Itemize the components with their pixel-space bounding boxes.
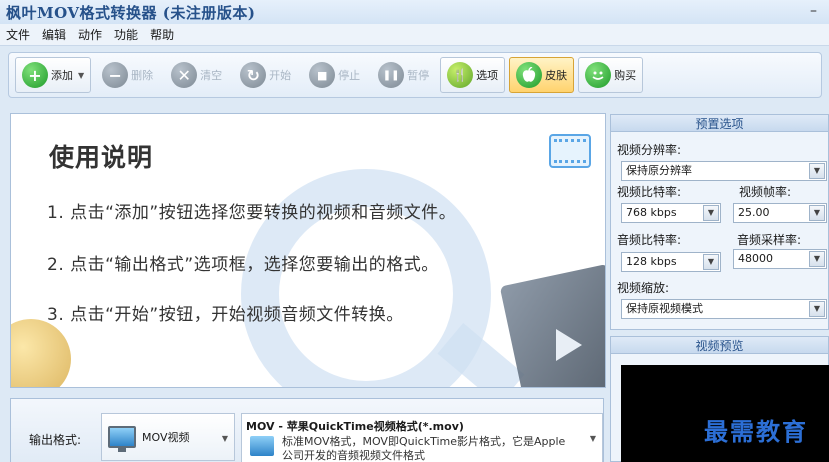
video-bitrate-value: 768 kbps — [626, 206, 677, 219]
menu-file[interactable]: 文件 — [4, 25, 32, 44]
format-icon — [250, 436, 274, 456]
buy-label: 购买 — [614, 69, 637, 82]
instructions-title: 使用说明 — [49, 143, 154, 172]
preview-header: 视频预览 — [611, 337, 828, 354]
add-button[interactable]: + 添加 ▼ — [15, 57, 92, 93]
menu-action[interactable]: 动作 — [76, 25, 104, 44]
resolution-label: 视频分辨率: — [617, 143, 682, 157]
video-bitrate-label: 视频比特率: — [617, 185, 682, 199]
clear-label: 清空 — [200, 69, 223, 82]
clear-button[interactable]: ✕ 清空 — [164, 57, 229, 93]
apple-icon — [516, 62, 543, 88]
chevron-down-icon[interactable]: ▼ — [222, 434, 228, 443]
chevron-down-icon[interactable]: ▼ — [809, 251, 825, 267]
options-label: 选项 — [476, 69, 499, 82]
options-button[interactable]: 🍴 选项 — [440, 57, 506, 93]
output-format-label: 输出格式: — [29, 433, 82, 447]
minus-icon: − — [102, 62, 129, 88]
frame-rate-label: 视频帧率: — [739, 185, 792, 199]
format-description-select[interactable]: MOV - 苹果QuickTime视频格式(*.mov) 标准MOV格式，MOV… — [241, 413, 603, 462]
menu-help[interactable]: 帮助 — [148, 25, 176, 44]
sample-rate-label: 音频采样率: — [737, 233, 802, 247]
film-icon — [549, 134, 591, 168]
delete-button[interactable]: − 删除 — [95, 57, 160, 93]
buy-button[interactable]: 购买 — [578, 57, 644, 93]
instructions-panel: 使用说明 1. 点击“添加”按钮选择您要转换的视频和音频文件。 2. 点击“输出… — [10, 113, 606, 388]
buy-icon — [585, 62, 612, 88]
chevron-down-icon[interactable]: ▼ — [703, 254, 719, 270]
instruction-step-1: 1. 点击“添加”按钮选择您要转换的视频和音频文件。 — [47, 203, 457, 223]
pause-button[interactable]: ❚❚ 暂停 — [371, 57, 436, 93]
pause-icon: ❚❚ — [378, 62, 405, 88]
stop-icon: ■ — [309, 62, 336, 88]
frame-rate-select[interactable]: 25.00 ▼ — [733, 203, 827, 223]
minimize-button[interactable]: – — [810, 3, 817, 19]
sample-rate-select[interactable]: 48000 ▼ — [733, 249, 827, 269]
resolution-value: 保持原分辨率 — [626, 164, 692, 177]
plus-icon: + — [22, 62, 48, 88]
start-button[interactable]: ↻ 开始 — [233, 57, 298, 93]
video-bitrate-select[interactable]: 768 kbps ▼ — [621, 203, 721, 223]
output-format-bar: 输出格式: MOV视频 ▼ MOV - 苹果QuickTime视频格式(*.mo… — [10, 398, 604, 462]
title-bar: 枫叶MOV格式转换器 (未注册版本) – — [0, 0, 829, 24]
instruction-step-2: 2. 点击“输出格式”选项框，选择您要输出的格式。 — [47, 255, 439, 275]
clear-icon: ✕ — [171, 62, 198, 88]
window-title: 枫叶MOV格式转换器 (未注册版本) — [6, 3, 256, 22]
add-label: 添加 — [51, 69, 73, 82]
chevron-down-icon[interactable]: ▼ — [809, 163, 825, 179]
audio-bitrate-value: 128 kbps — [626, 255, 677, 268]
video-scale-select[interactable]: 保持原视频模式 ▼ — [621, 299, 827, 319]
pause-label: 暂停 — [407, 69, 430, 82]
skin-label: 皮肤 — [545, 69, 568, 82]
watermark-logo: 最需教育 — [704, 417, 808, 446]
start-label: 开始 — [269, 69, 292, 82]
sample-rate-value: 48000 — [738, 252, 773, 265]
instruction-step-3: 3. 点击“开始”按钮，开始视频音频文件转换。 — [47, 305, 404, 325]
background-coin-icon — [11, 319, 71, 387]
preset-header: 预置选项 — [611, 115, 828, 132]
skin-button[interactable]: 皮肤 — [509, 57, 575, 93]
monitor-icon — [108, 426, 136, 452]
output-format-value: MOV视频 — [142, 431, 190, 444]
chevron-down-icon[interactable]: ▼ — [78, 71, 84, 80]
chevron-down-icon[interactable]: ▼ — [590, 434, 596, 443]
format-description-line-2: 公司开发的音频视频文件格式 — [282, 449, 425, 462]
delete-label: 删除 — [131, 69, 154, 82]
play-icon — [556, 329, 582, 361]
resolution-select[interactable]: 保持原分辨率 ▼ — [621, 161, 827, 181]
frame-rate-value: 25.00 — [738, 206, 770, 219]
output-format-select[interactable]: MOV视频 ▼ — [101, 413, 235, 461]
toolbar: + 添加 ▼ − 删除 ✕ 清空 ↻ 开始 ■ 停止 ❚❚ 暂停 🍴 选项 皮肤… — [8, 52, 822, 98]
chevron-down-icon[interactable]: ▼ — [809, 205, 825, 221]
menu-bar: 文件 编辑 动作 功能 帮助 — [0, 24, 829, 46]
menu-function[interactable]: 功能 — [112, 25, 140, 44]
chevron-down-icon[interactable]: ▼ — [703, 205, 719, 221]
menu-edit[interactable]: 编辑 — [40, 25, 68, 44]
video-scale-label: 视频缩放: — [617, 281, 670, 295]
refresh-icon: ↻ — [240, 62, 267, 88]
preset-options-panel: 预置选项 视频分辨率: 保持原分辨率 ▼ 视频比特率: 视频帧率: 768 kb… — [610, 114, 829, 330]
stop-button[interactable]: ■ 停止 — [302, 57, 367, 93]
format-description-title: MOV - 苹果QuickTime视频格式(*.mov) — [246, 420, 464, 433]
options-icon: 🍴 — [447, 62, 474, 88]
chevron-down-icon[interactable]: ▼ — [809, 301, 825, 317]
audio-bitrate-select[interactable]: 128 kbps ▼ — [621, 252, 721, 272]
video-scale-value: 保持原视频模式 — [626, 302, 703, 315]
stop-label: 停止 — [338, 69, 361, 82]
audio-bitrate-label: 音频比特率: — [617, 233, 682, 247]
